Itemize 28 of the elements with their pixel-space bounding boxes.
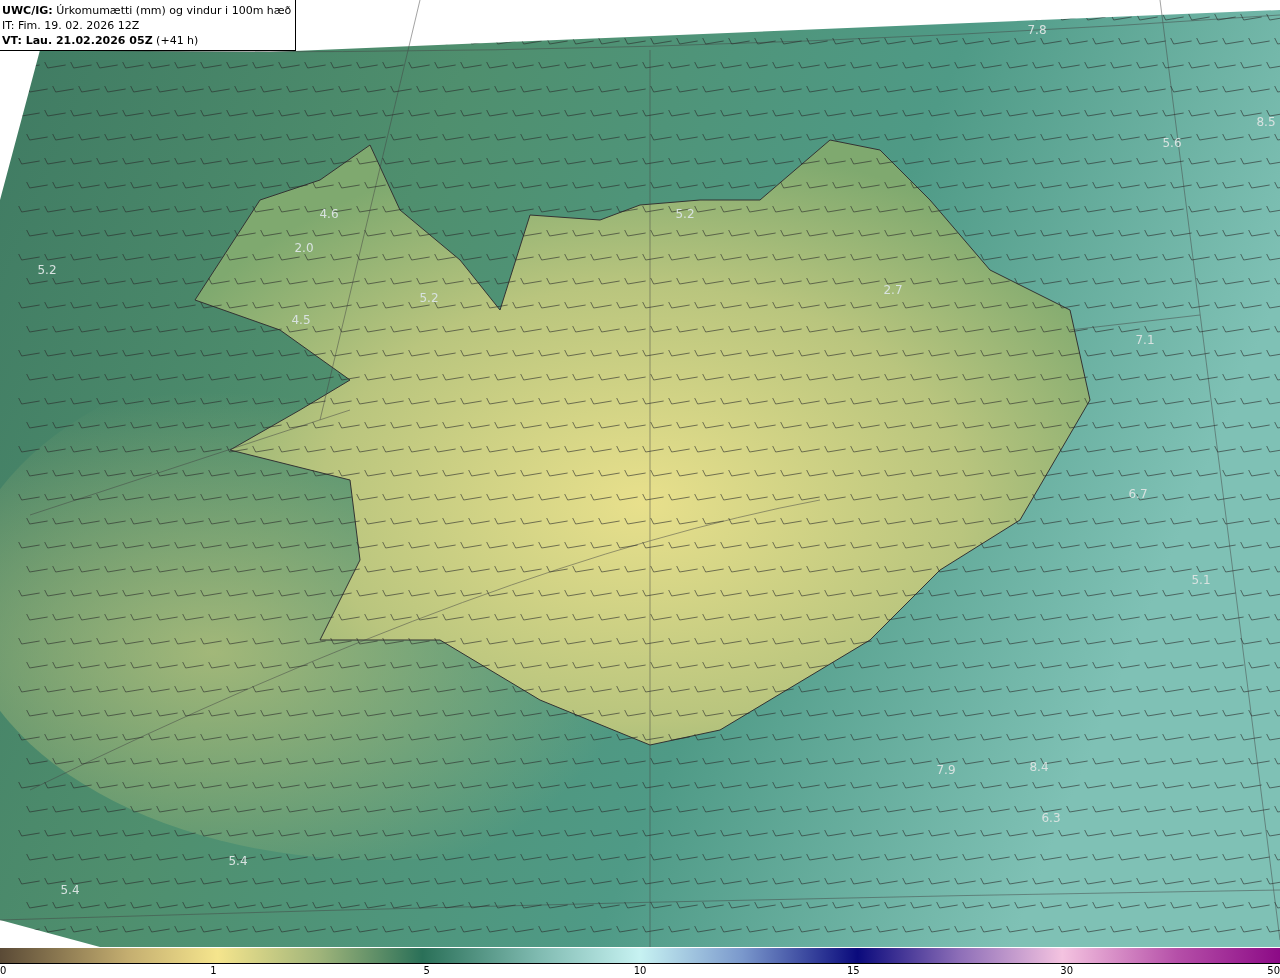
- map-value-label: 7.9: [936, 763, 956, 777]
- map-value-label: 8.5: [1256, 115, 1276, 129]
- map-value-label: 8.4: [1029, 760, 1049, 774]
- map-value-label: 5.4: [60, 883, 80, 897]
- colorbar-tick-label: 30: [1060, 965, 1073, 977]
- map-value-label: 5.2: [419, 291, 439, 305]
- map-value-label: 5.6: [1162, 136, 1182, 150]
- colorbar-tick-label: 0: [0, 965, 7, 977]
- colorbar-tick-label: 15: [846, 965, 860, 977]
- colorbar-tick-label: 50: [1267, 965, 1280, 977]
- map-value-label: 6.3: [1041, 811, 1061, 825]
- map-value-label: 5.2: [37, 263, 57, 277]
- map-value-label: 5.4: [228, 854, 248, 868]
- colorbar-tick-label: 1: [210, 965, 217, 977]
- header-text: IT: Fim. 19. 02. 2026 12Z: [2, 18, 141, 33]
- map-value-label: 4.5: [291, 313, 311, 327]
- map-value-label: 2.0: [294, 241, 314, 255]
- colorbar-tick-label: 10: [633, 965, 647, 977]
- colorbar-tick-label: 5: [423, 965, 430, 977]
- map-value-label: 6.7: [1128, 487, 1148, 501]
- map-value-label: 4.6: [319, 207, 339, 221]
- map-value-label: 5.1: [1191, 573, 1211, 587]
- header-text: VT: Lau. 21.02.2026 05Z (+41 h): [2, 33, 200, 48]
- map-value-label: 7.1: [1135, 333, 1155, 347]
- map-value-label: 2.7: [883, 283, 903, 297]
- map-value-label: 5.2: [675, 207, 695, 221]
- map-value-label: 7.8: [1027, 23, 1047, 37]
- header-text: UWC/IG: Úrkomumætti (mm) og vindur i 100m hæð: [2, 3, 292, 18]
